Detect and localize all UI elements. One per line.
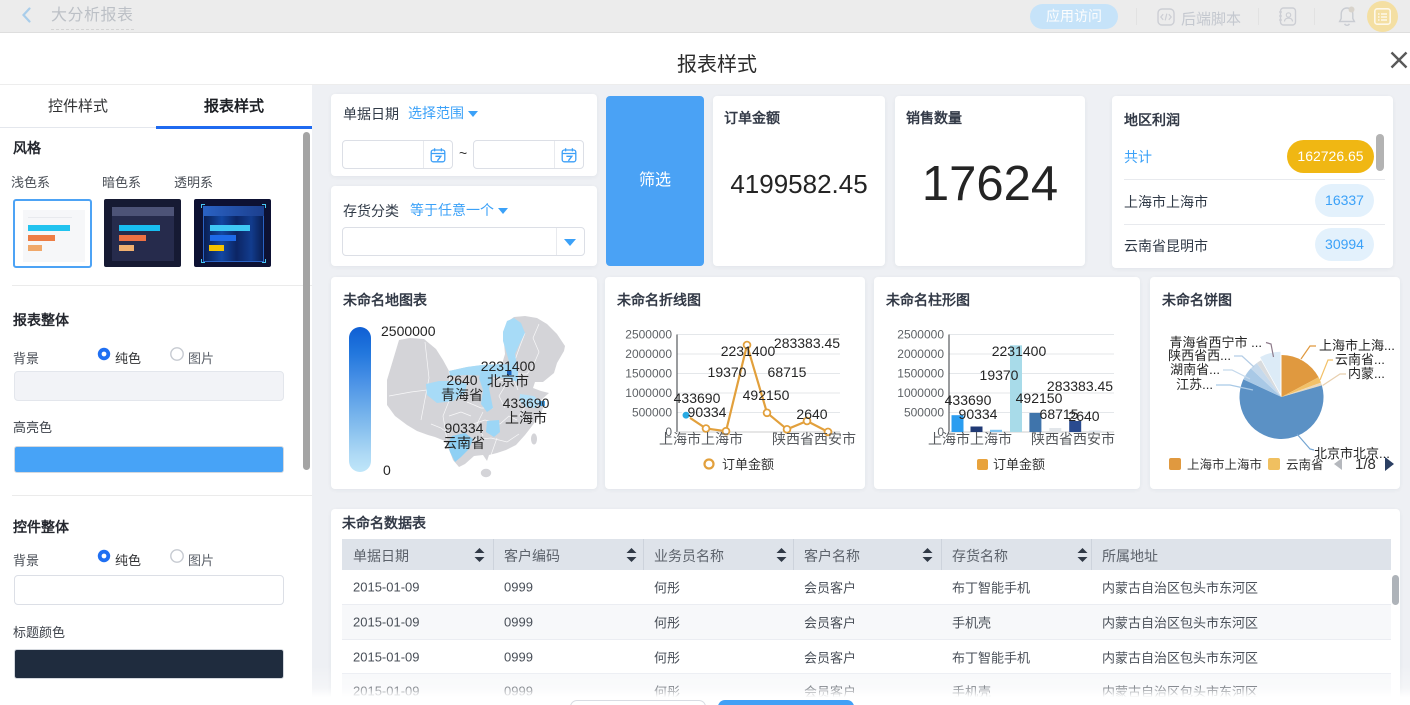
svg-text:19370: 19370 bbox=[708, 364, 747, 380]
svg-text:1000000: 1000000 bbox=[625, 386, 672, 400]
svg-text:68715: 68715 bbox=[768, 364, 807, 380]
svg-text:1/8: 1/8 bbox=[1355, 456, 1376, 473]
svg-text:2231400: 2231400 bbox=[721, 343, 776, 359]
svg-text:2000000: 2000000 bbox=[625, 347, 672, 361]
svg-text:陕西省西安市: 陕西省西安市 bbox=[772, 431, 856, 447]
svg-text:上海市上海市: 上海市上海市 bbox=[659, 431, 743, 447]
svg-text:云南省: 云南省 bbox=[1286, 457, 1324, 472]
svg-text:283383.45: 283383.45 bbox=[774, 335, 840, 351]
svg-text:90334: 90334 bbox=[688, 404, 727, 420]
svg-text:上海市上海市: 上海市上海市 bbox=[1187, 457, 1262, 472]
svg-text:订单金额: 订单金额 bbox=[722, 457, 774, 472]
svg-text:492150: 492150 bbox=[743, 387, 790, 403]
svg-text:2000000: 2000000 bbox=[897, 347, 944, 361]
svg-text:2640: 2640 bbox=[1068, 408, 1099, 424]
svg-text:19370: 19370 bbox=[980, 367, 1019, 383]
svg-text:云南省...: 云南省... bbox=[1335, 352, 1385, 367]
svg-text:陕西省西...: 陕西省西... bbox=[1168, 348, 1231, 363]
svg-text:283383.45: 283383.45 bbox=[1047, 378, 1113, 394]
svg-text:订单金额: 订单金额 bbox=[993, 457, 1045, 472]
svg-text:2500000: 2500000 bbox=[625, 328, 672, 342]
svg-text:江苏...: 江苏... bbox=[1176, 377, 1213, 392]
svg-text:500000: 500000 bbox=[632, 406, 672, 420]
svg-text:湖南省...: 湖南省... bbox=[1170, 362, 1220, 377]
svg-text:2640: 2640 bbox=[796, 406, 827, 422]
svg-text:1500000: 1500000 bbox=[625, 367, 672, 381]
svg-text:1000000: 1000000 bbox=[897, 386, 944, 400]
svg-text:上海市上海...: 上海市上海... bbox=[1319, 338, 1395, 353]
svg-text:2500000: 2500000 bbox=[897, 328, 944, 342]
svg-text:上海市上海市: 上海市上海市 bbox=[928, 431, 1012, 447]
svg-text:500000: 500000 bbox=[904, 406, 944, 420]
svg-text:北京市北京...: 北京市北京... bbox=[1314, 446, 1390, 461]
svg-text:2231400: 2231400 bbox=[992, 343, 1047, 359]
svg-text:内蒙...: 内蒙... bbox=[1348, 366, 1385, 381]
svg-text:90334: 90334 bbox=[959, 406, 998, 422]
svg-text:1500000: 1500000 bbox=[897, 367, 944, 381]
svg-text:陕西省西安市: 陕西省西安市 bbox=[1031, 431, 1115, 447]
